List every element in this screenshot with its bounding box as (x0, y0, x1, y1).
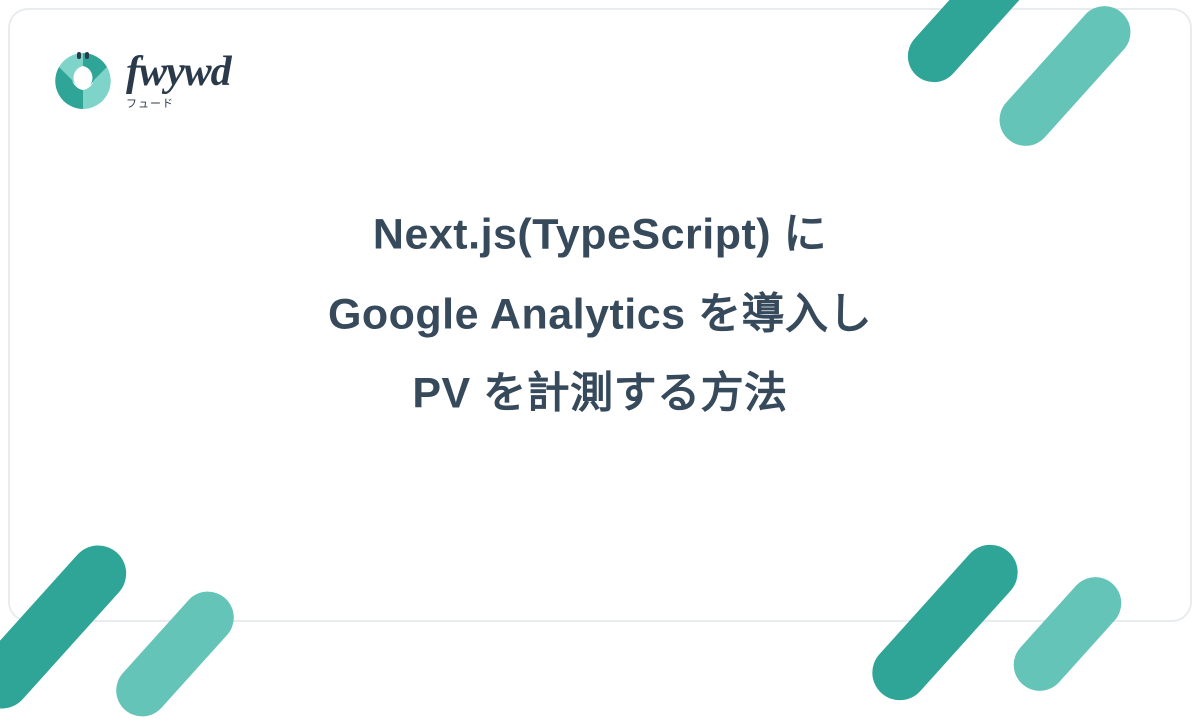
title-line-3: PV を計測する方法 (0, 355, 1200, 435)
title-line-1: Next.js(TypeScript) に (0, 196, 1200, 276)
logo-name: fwywd (126, 51, 231, 93)
logo-subtitle: フュード (126, 95, 174, 111)
title-line-2: Google Analytics を導入し (0, 275, 1200, 355)
logo: fwywd フュード (52, 50, 231, 112)
logo-mark-icon (52, 50, 114, 112)
logo-text: fwywd フュード (126, 51, 231, 111)
title-container: Next.js(TypeScript) に Google Analytics を… (0, 196, 1200, 435)
page-title: Next.js(TypeScript) に Google Analytics を… (0, 196, 1200, 435)
